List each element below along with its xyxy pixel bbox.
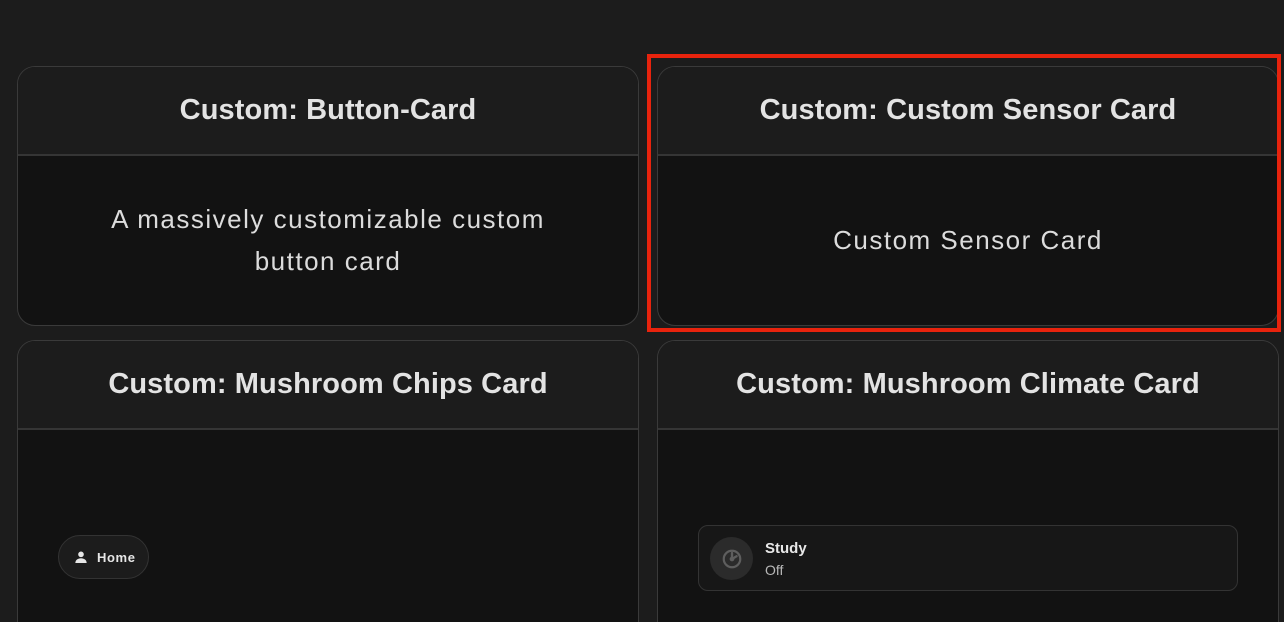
mushroom-climate-card-preview[interactable]: Custom: Mushroom Climate Card Study Off <box>657 340 1279 622</box>
home-chip[interactable]: Home <box>58 535 149 579</box>
thermostat-icon[interactable] <box>710 537 753 580</box>
card-header: Custom: Button-Card <box>18 67 638 156</box>
card-header: Custom: Mushroom Chips Card <box>18 341 638 430</box>
card-header: Custom: Mushroom Climate Card <box>658 341 1278 430</box>
card-title: Custom: Button-Card <box>179 94 477 126</box>
mushroom-chips-card-preview[interactable]: Custom: Mushroom Chips Card Home <box>17 340 639 622</box>
card-body: Custom Sensor Card <box>658 156 1278 325</box>
card-body: A massively customizable custom button c… <box>18 156 638 325</box>
button-card-preview[interactable]: Custom: Button-Card A massively customiz… <box>17 66 639 326</box>
custom-sensor-card-preview[interactable]: Custom: Custom Sensor Card Custom Sensor… <box>657 66 1279 326</box>
card-body: Study Off <box>658 430 1278 622</box>
card-description: Custom Sensor Card <box>833 225 1103 255</box>
card-title: Custom: Mushroom Climate Card <box>736 368 1200 400</box>
entity-state: Off <box>765 562 784 578</box>
person-icon <box>73 549 89 565</box>
card-header: Custom: Custom Sensor Card <box>658 67 1278 156</box>
chip-label: Home <box>97 549 136 565</box>
card-description-line-2: button card <box>254 246 402 276</box>
card-description-line-1: A massively customizable custom <box>111 204 545 234</box>
card-title: Custom: Custom Sensor Card <box>759 94 1177 126</box>
dashboard-canvas: Custom: Button-Card A massively customiz… <box>0 0 1284 622</box>
climate-entity-tile[interactable]: Study Off <box>698 525 1238 591</box>
card-title: Custom: Mushroom Chips Card <box>108 368 548 400</box>
card-body: Home <box>18 430 638 622</box>
entity-name: Study <box>765 540 807 557</box>
